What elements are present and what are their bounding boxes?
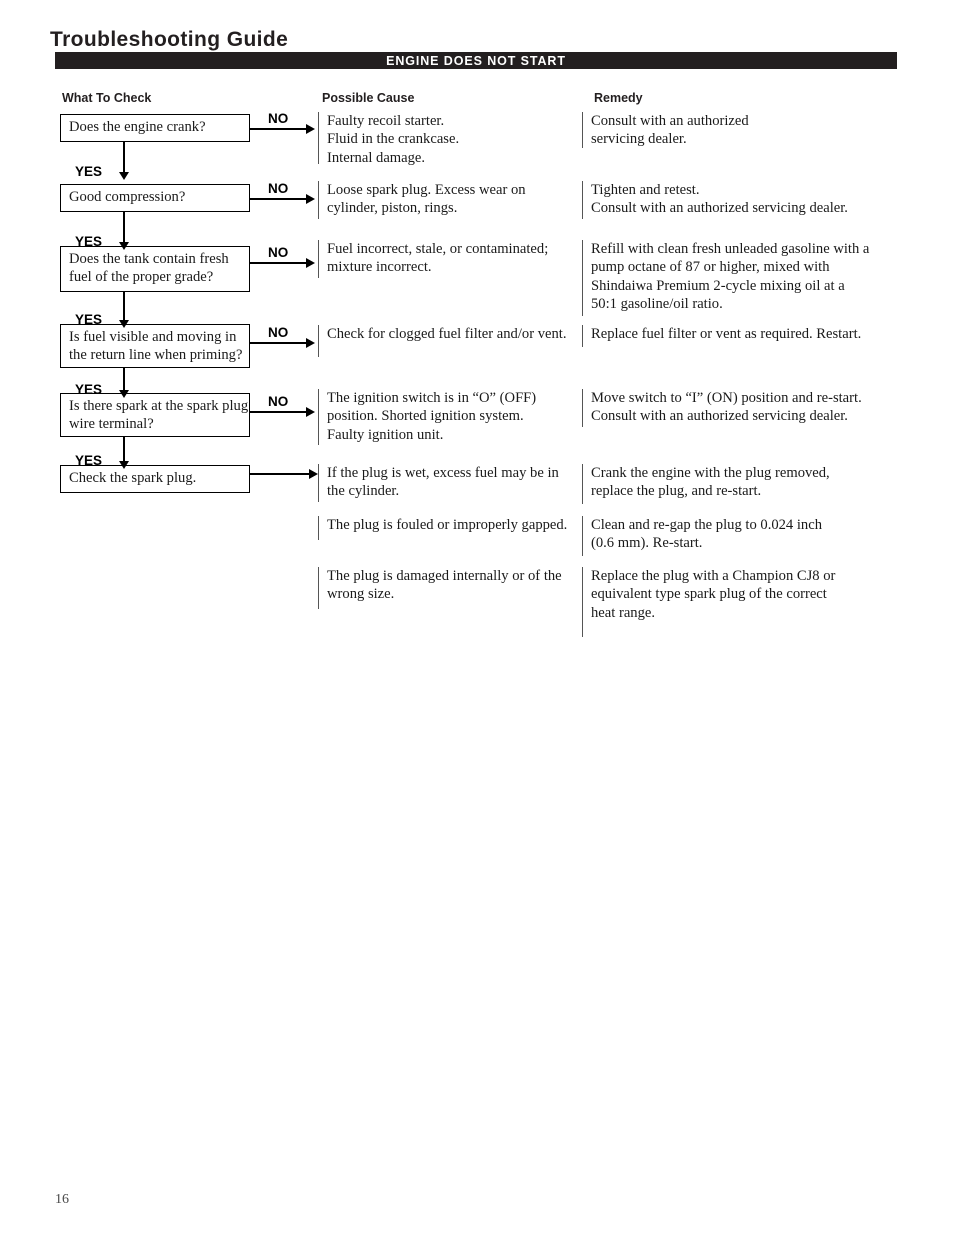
column-header-what-to-check: What To Check (62, 91, 152, 105)
page-number: 16 (55, 1192, 69, 1207)
yes-line (123, 212, 125, 246)
remedy-cell-row-3: Refill with clean fresh unleaded gasolin… (582, 240, 954, 316)
no-label: NO (268, 111, 289, 126)
arrowhead-icon (309, 468, 318, 479)
column-header-remedy: Remedy (594, 91, 643, 105)
cause-cell-row-5: The ignition switch is in “O” (OFF) posi… (318, 389, 586, 445)
flow-box-fresh-fuel[interactable]: Does the tank contain fresh fuel of the … (60, 246, 250, 292)
no-arrowhead-icon (306, 406, 315, 417)
flow-box-spark-plug-wire-terminal[interactable]: Is there spark at the spark plug wire te… (60, 393, 250, 437)
no-label: NO (268, 325, 289, 340)
column-header-possible-cause: Possible Cause (322, 91, 415, 105)
no-label: NO (268, 245, 289, 260)
no-line (250, 262, 306, 264)
flow-box-fuel-return-line[interactable]: Is fuel visible and moving in the return… (60, 324, 250, 368)
remedy-cell-row-2: Tighten and retest. Consult with an auth… (582, 181, 954, 219)
no-label: NO (268, 394, 289, 409)
section-banner-label: ENGINE DOES NOT START (386, 53, 566, 68)
no-line (250, 128, 306, 130)
no-arrowhead-icon (306, 123, 315, 134)
no-line (250, 342, 306, 344)
yes-label: YES (75, 164, 103, 179)
cause-cell-plug-condition-1: The plug is fouled or improperly gapped. (318, 516, 586, 540)
remedy-cell-row-4: Replace fuel filter or vent as required.… (582, 325, 954, 347)
cause-cell-row-6: If the plug is wet, excess fuel may be i… (318, 464, 586, 502)
remedy-cell-row-1: Consult with an authorized servicing dea… (582, 112, 954, 148)
yes-line (123, 142, 125, 176)
cause-cell-plug-condition-2: The plug is damaged internally or of the… (318, 567, 586, 609)
cause-cell-row-3: Fuel incorrect, stale, or contaminated; … (318, 240, 586, 278)
page-title: Troubleshooting Guide (50, 28, 289, 51)
flow-box-engine-crank[interactable]: Does the engine crank? (60, 114, 250, 142)
no-line (250, 198, 306, 200)
remedy-cell-plug-condition-1: Clean and re-gap the plug to 0.024 inch … (582, 516, 954, 556)
no-arrowhead-icon (306, 193, 315, 204)
flow-box-check-spark-plug[interactable]: Check the spark plug. (60, 465, 250, 493)
no-line (250, 411, 306, 413)
section-banner: ENGINE DOES NOT START (55, 52, 897, 69)
remedy-cell-row-5: Move switch to “I” (ON) position and re-… (582, 389, 954, 427)
no-arrowhead-icon (306, 257, 315, 268)
connector-line (250, 473, 309, 475)
cause-cell-row-2: Loose spark plug. Excess wear on cylinde… (318, 181, 586, 219)
no-arrowhead-icon (306, 337, 315, 348)
remedy-cell-row-6: Crank the engine with the plug removed, … (582, 464, 954, 504)
yes-arrowhead-icon (119, 172, 129, 180)
cause-cell-row-4: Check for clogged fuel filter and/or ven… (318, 325, 586, 357)
flow-box-good-compression[interactable]: Good compression? (60, 184, 250, 212)
remedy-cell-plug-condition-2: Replace the plug with a Champion CJ8 or … (582, 567, 954, 637)
no-label: NO (268, 181, 289, 196)
cause-cell-row-1: Faulty recoil starter. Fluid in the cran… (318, 112, 586, 166)
